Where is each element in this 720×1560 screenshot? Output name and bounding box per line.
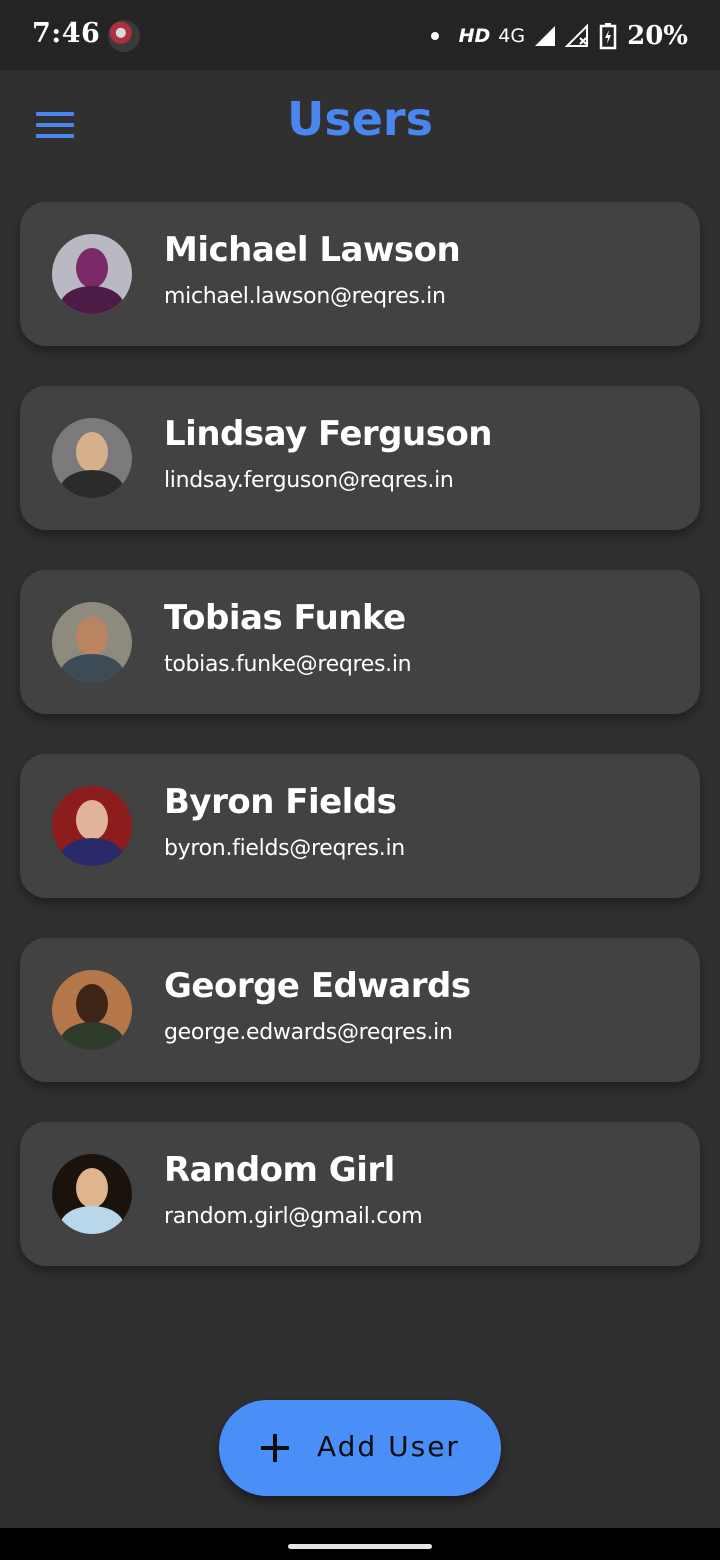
user-card[interactable]: Byron Fields byron.fields@reqres.in — [20, 754, 700, 898]
network-type-label: 4G — [498, 25, 526, 47]
battery-percent: 20% — [627, 21, 688, 51]
avatar — [52, 1154, 132, 1234]
no-signal-icon — [565, 24, 589, 47]
user-card[interactable]: Michael Lawson michael.lawson@reqres.in — [20, 202, 700, 346]
plus-icon — [261, 1434, 289, 1462]
user-name: Tobias Funke — [164, 598, 406, 638]
page-title: Users — [287, 92, 433, 146]
user-card[interactable]: Lindsay Ferguson lindsay.ferguson@reqres… — [20, 386, 700, 530]
user-name: Lindsay Ferguson — [164, 414, 493, 454]
home-gesture-handle[interactable] — [288, 1544, 432, 1549]
user-name: Michael Lawson — [164, 230, 461, 270]
signal-strength-icon — [535, 26, 556, 46]
status-bar: 7:46 HD 4G 20% — [0, 0, 720, 70]
user-email: michael.lawson@reqres.in — [164, 284, 446, 309]
hd-voice-label: HD — [458, 25, 491, 47]
user-email: george.edwards@reqres.in — [164, 1020, 453, 1045]
user-name: Random Girl — [164, 1150, 395, 1190]
avatar — [52, 418, 132, 498]
user-name: Byron Fields — [164, 782, 397, 822]
user-name: George Edwards — [164, 966, 471, 1006]
user-card[interactable]: Tobias Funke tobias.funke@reqres.in — [20, 570, 700, 714]
add-user-label: Add User — [317, 1430, 460, 1463]
avatar — [52, 234, 132, 314]
user-card[interactable]: George Edwards george.edwards@reqres.in — [20, 938, 700, 1082]
user-email: tobias.funke@reqres.in — [164, 652, 412, 677]
notification-avatar-icon — [108, 20, 140, 52]
user-email: random.girl@gmail.com — [164, 1204, 423, 1229]
battery-charging-icon — [599, 23, 617, 50]
status-time: 7:46 — [32, 18, 101, 49]
user-card[interactable]: Random Girl random.girl@gmail.com — [20, 1122, 700, 1266]
notification-dot-icon — [430, 32, 439, 40]
app-bar: Users — [0, 70, 720, 180]
user-email: lindsay.ferguson@reqres.in — [164, 468, 454, 493]
avatar — [52, 970, 132, 1050]
avatar — [52, 786, 132, 866]
avatar — [52, 602, 132, 682]
navigation-bar — [0, 1528, 720, 1560]
user-email: byron.fields@reqres.in — [164, 836, 405, 861]
add-user-button[interactable]: Add User — [219, 1400, 501, 1496]
user-list: Michael Lawson michael.lawson@reqres.in … — [20, 202, 700, 1306]
status-icons: HD 4G 20% — [430, 20, 688, 52]
